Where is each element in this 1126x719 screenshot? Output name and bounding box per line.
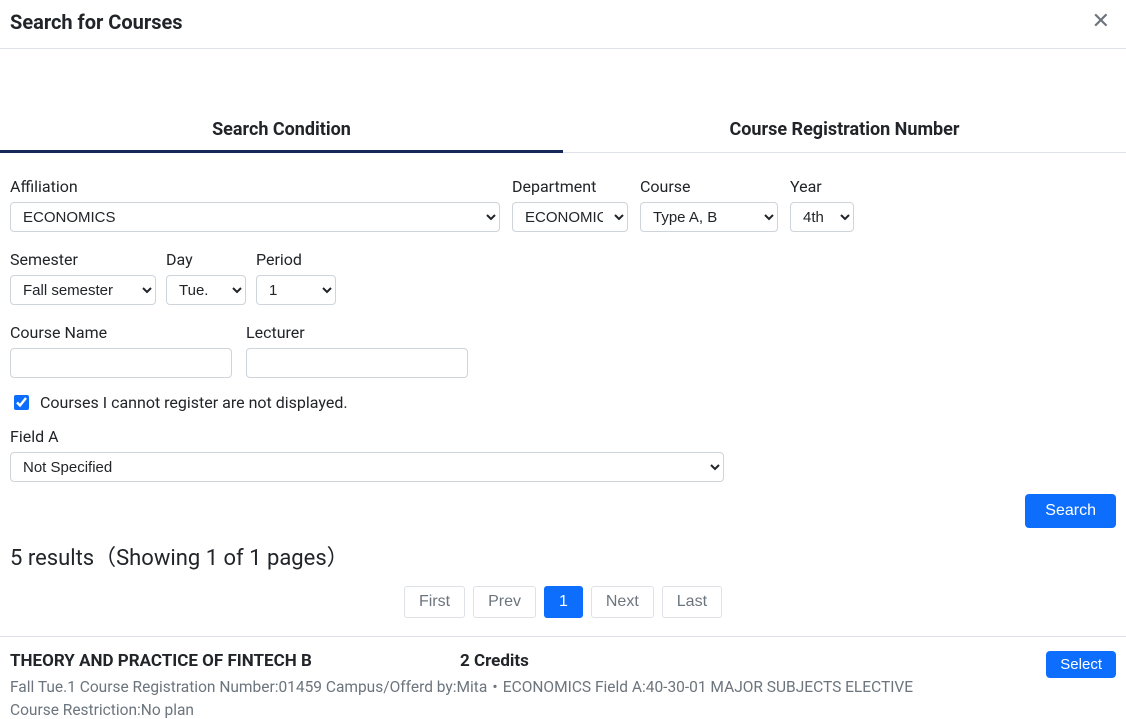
year-select[interactable]: 4th [790, 202, 854, 232]
period-select[interactable]: 1 [256, 275, 336, 305]
pagination-next[interactable]: Next [591, 586, 654, 618]
period-label: Period [256, 250, 336, 269]
tab-search-condition[interactable]: Search Condition [0, 107, 563, 153]
tab-course-registration-number[interactable]: Course Registration Number [563, 107, 1126, 153]
year-label: Year [790, 177, 854, 196]
affiliation-select[interactable]: ECONOMICS [10, 202, 500, 232]
field-a-select[interactable]: Not Specified [10, 452, 724, 482]
day-select[interactable]: Tue. [166, 275, 246, 305]
pagination-page-1[interactable]: 1 [544, 586, 583, 618]
affiliation-label: Affiliation [10, 177, 500, 196]
page-title: Search for Courses [10, 10, 183, 34]
result-restriction: Course Restriction:No plan [10, 701, 1034, 719]
close-icon[interactable]: ✕ [1086, 11, 1116, 33]
pagination-last[interactable]: Last [662, 586, 722, 618]
result-credits: 2 Credits [460, 651, 529, 671]
results-summary: 5 results（Showing 1 of 1 pages） [0, 540, 1126, 572]
course-name-label: Course Name [10, 323, 232, 342]
department-select[interactable]: ECONOMICS [512, 202, 628, 232]
result-course-title: THEORY AND PRACTICE OF FINTECH B [10, 651, 460, 671]
result-row: THEORY AND PRACTICE OF FINTECH B 2 Credi… [0, 636, 1126, 719]
pagination-prev[interactable]: Prev [473, 586, 536, 618]
select-button[interactable]: Select [1046, 651, 1116, 678]
department-label: Department [512, 177, 628, 196]
pagination-first[interactable]: First [404, 586, 465, 618]
course-select[interactable]: Type A, B [640, 202, 778, 232]
course-name-input[interactable] [10, 348, 232, 378]
lecturer-input[interactable] [246, 348, 468, 378]
result-meta: Fall Tue.1 Course Registration Number:01… [10, 675, 1034, 697]
search-button[interactable]: Search [1025, 494, 1116, 528]
semester-select[interactable]: Fall semester [10, 275, 156, 305]
day-label: Day [166, 250, 246, 269]
lecturer-label: Lecturer [246, 323, 468, 342]
hide-unregisterable-checkbox[interactable] [14, 395, 29, 410]
semester-label: Semester [10, 250, 156, 269]
field-a-label: Field A [10, 427, 1116, 446]
hide-unregisterable-label: Courses I cannot register are not displa… [40, 393, 348, 412]
course-label: Course [640, 177, 778, 196]
